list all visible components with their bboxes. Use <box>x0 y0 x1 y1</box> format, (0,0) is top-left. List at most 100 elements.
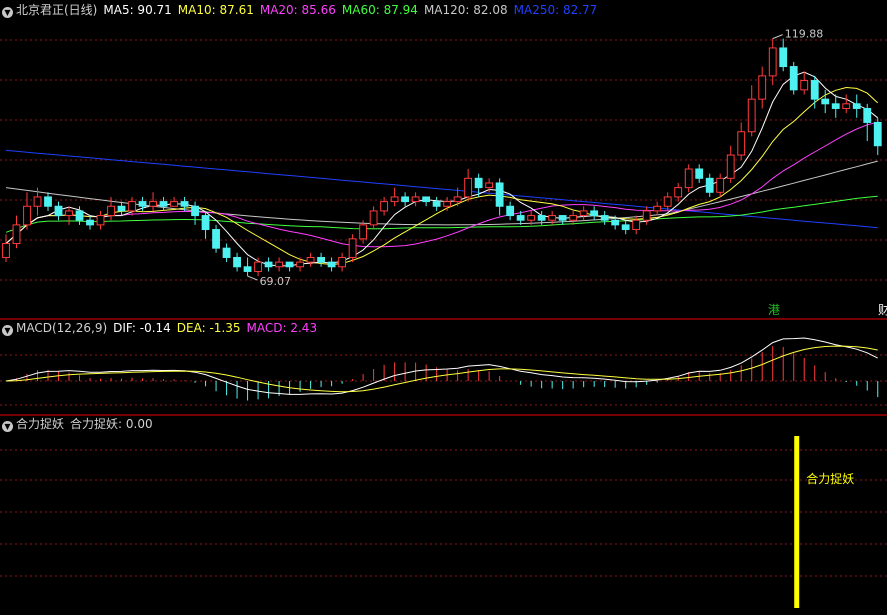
macd-legend-item-2: MACD: 2.43 <box>246 321 318 335</box>
candle-body <box>96 215 105 226</box>
candle-body <box>831 103 840 109</box>
candle-body <box>800 80 809 91</box>
candle-body <box>842 103 851 109</box>
candle-body <box>726 154 735 179</box>
candle-body <box>422 196 431 203</box>
candle-body <box>758 75 767 100</box>
dif-line <box>5 337 878 395</box>
candle-body <box>453 196 462 203</box>
candle-body <box>821 98 830 105</box>
candle-body <box>474 177 483 189</box>
candle-body <box>2 243 10 258</box>
candle-body <box>107 205 115 217</box>
candle-body <box>222 247 231 258</box>
candle-body <box>810 80 819 100</box>
candle-body <box>306 256 315 263</box>
signal-title: 合力捉妖 <box>16 417 65 431</box>
candle-body <box>632 219 641 231</box>
candle-body <box>464 177 473 198</box>
candle-body <box>380 201 389 212</box>
candle-body <box>716 177 725 193</box>
ma-legend-item-0: MA5: 90.71 <box>103 3 172 17</box>
chevron-down-icon[interactable]: ▼ <box>2 325 13 336</box>
ma-legend-item-3: MA60: 87.94 <box>341 3 418 17</box>
ma5-line <box>5 71 879 267</box>
candle-body <box>159 201 168 207</box>
macd-legend-item-0: DIF: -0.14 <box>113 321 171 335</box>
badge-hk: 港 <box>768 303 780 317</box>
candle-body <box>75 210 84 221</box>
candle-body <box>590 210 599 217</box>
price-legend: ▼ 北京君正(日线) MA5: 90.71 MA10: 87.61 MA20: 85.6… <box>2 1 609 19</box>
candle-body <box>789 66 798 91</box>
candle-body <box>695 168 704 179</box>
ma-legend-item-5: MA250: 82.77 <box>513 3 598 17</box>
candle-body <box>359 224 368 240</box>
candle-body <box>779 47 788 68</box>
candle-body <box>170 201 178 207</box>
candle-body <box>254 261 262 272</box>
candle-body <box>411 196 420 203</box>
candle-body <box>747 98 756 133</box>
candle-body <box>485 182 494 189</box>
candle-body <box>180 201 189 207</box>
candle-body <box>369 210 378 226</box>
candle-body <box>212 229 220 249</box>
ma-legend-item-2: MA20: 85.66 <box>259 3 336 17</box>
candle-body <box>506 205 515 217</box>
candle-body <box>149 201 157 207</box>
candle-body <box>338 256 347 268</box>
candle-body <box>674 187 683 198</box>
signal-legend: ▼ 合力捉妖 合力捉妖: 0.00 <box>2 415 159 433</box>
macd-legend-items: DIF: -0.14 DEA: -1.35 MACD: 2.43 <box>113 321 323 335</box>
signal-marker-text: 合力捉妖 <box>806 471 854 486</box>
candle-body <box>642 210 651 221</box>
high-marker <box>772 34 783 40</box>
candle-body <box>117 205 126 212</box>
candle-body <box>54 205 63 217</box>
candle-body <box>233 256 241 268</box>
candle-body <box>65 210 73 217</box>
candle-body <box>296 261 304 268</box>
signal-bar <box>794 436 800 608</box>
candle-body <box>852 103 861 109</box>
candle-body <box>600 215 609 221</box>
stock-title: 北京君正(日线) <box>16 3 98 17</box>
high-label: 119.88 <box>785 28 824 41</box>
candle-body <box>495 182 504 207</box>
chevron-down-icon[interactable]: ▼ <box>2 421 13 432</box>
candle-body <box>537 215 546 221</box>
ma-legend-item-1: MA10: 87.61 <box>177 3 254 17</box>
macd-title: MACD(12,26,9) <box>16 321 108 335</box>
candle-body <box>873 121 882 147</box>
candle-body <box>327 261 336 268</box>
candle-body <box>527 215 536 221</box>
candle-body <box>548 215 557 221</box>
candle-body <box>264 261 273 268</box>
macd-legend: ▼ MACD(12,26,9) DIF: -0.14 DEA: -1.35 MACD: … <box>2 319 329 337</box>
candle-body <box>33 196 42 207</box>
ma120-line <box>5 160 878 226</box>
candle-body <box>390 196 399 203</box>
candle-body <box>23 205 31 226</box>
candle-body <box>569 215 578 221</box>
ma-legend-items: MA5: 90.71 MA10: 87.61 MA20: 85.66 MA60: 87… <box>103 3 603 17</box>
ma-legend-item-4: MA120: 82.08 <box>423 3 508 17</box>
candle-body <box>663 196 672 207</box>
candle-body <box>768 47 777 77</box>
candle-body <box>579 210 588 217</box>
chevron-down-icon[interactable]: ▼ <box>2 7 13 18</box>
candle-body <box>138 201 147 207</box>
candle-body <box>516 215 525 221</box>
badge-finance: 财 <box>878 303 887 317</box>
candle-body <box>44 196 52 207</box>
candle-body <box>401 196 410 203</box>
ma250-line <box>5 149 878 229</box>
stock-chart[interactable]: 119.88 69.07 港 财合力捉妖 <box>0 0 887 615</box>
candle-body <box>863 107 872 123</box>
candle-body <box>443 201 452 207</box>
candle-body <box>558 215 567 221</box>
low-marker <box>247 275 258 281</box>
candle-body <box>201 215 210 231</box>
candle-body <box>317 256 326 263</box>
